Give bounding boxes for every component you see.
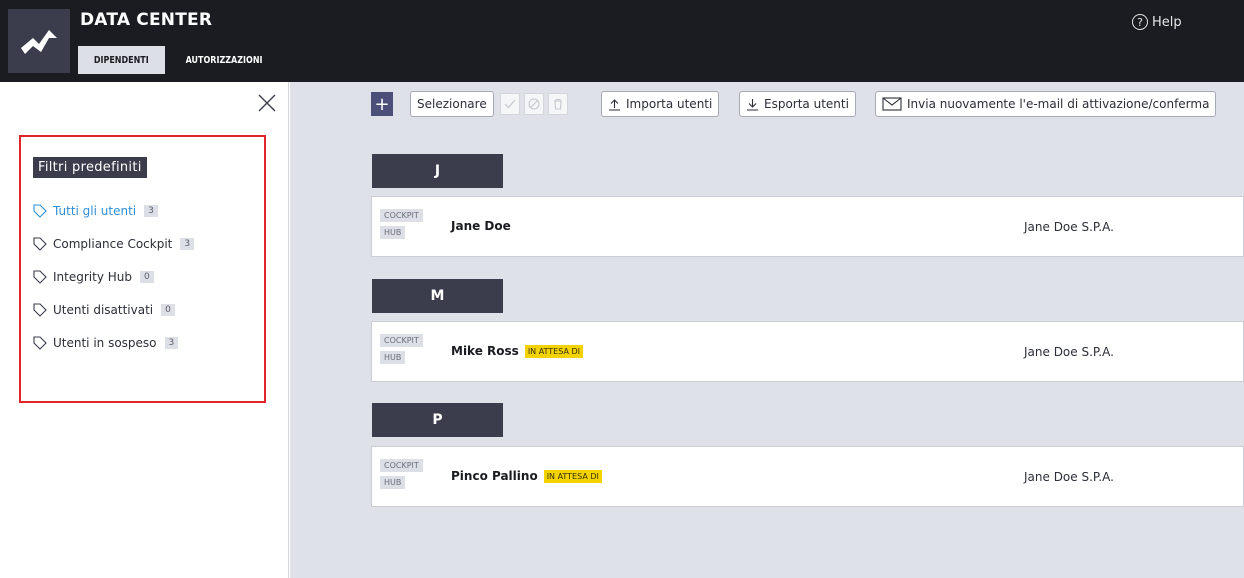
select-label: Selezionare [417, 97, 487, 111]
resend-label: Invia nuovamente l'e-mail di attivazione… [907, 97, 1210, 111]
export-users-button[interactable]: Esporta utenti [739, 91, 856, 117]
group-header-j: J [372, 154, 503, 188]
filter-count: 0 [139, 270, 154, 283]
product-tag: COCKPIT [380, 209, 423, 222]
filter-count: 3 [180, 237, 195, 250]
block-icon [528, 98, 540, 110]
tag-icon [33, 236, 47, 251]
delete-button[interactable] [548, 93, 568, 115]
main-content: + Selezionare Importa utenti Esporta ute… [290, 82, 1244, 578]
select-button[interactable]: Selezionare [410, 91, 494, 117]
trash-icon [554, 98, 562, 110]
user-name: Mike Ross IN ATTESA DI [451, 344, 583, 358]
filter-label: Utenti disattivati [53, 302, 154, 317]
help-link[interactable]: ? Help [1132, 14, 1182, 30]
user-name: Pinco Pallino IN ATTESA DI [451, 469, 602, 483]
filter-item-compliance-cockpit[interactable]: Compliance Cockpit 3 [33, 227, 195, 260]
mail-icon [882, 97, 902, 111]
product-tag: HUB [380, 226, 406, 239]
logo-icon [21, 30, 57, 54]
predefined-filters-panel: Filtri predefiniti Tutti gli utenti 3 Co… [19, 135, 266, 403]
user-company: Jane Doe S.P.A. [1024, 345, 1114, 359]
tab-dipendenti[interactable]: DIPENDENTI [78, 46, 165, 74]
filter-count: 3 [144, 204, 158, 217]
filter-label: Integrity Hub [53, 269, 132, 284]
filter-label: Compliance Cockpit [53, 236, 173, 251]
user-row[interactable]: COCKPIT HUB Mike Ross IN ATTESA DI Jane … [371, 321, 1244, 382]
filter-count: 0 [161, 303, 175, 316]
group-header-p: P [372, 403, 503, 437]
tag-icon [33, 203, 47, 218]
app-title: DATA CENTER [80, 10, 213, 30]
product-tags: COCKPIT HUB [380, 334, 423, 364]
app-header: DATA CENTER DIPENDENTI AUTORIZZAZIONI ? … [0, 0, 1244, 82]
filter-list: Tutti gli utenti 3 Compliance Cockpit 3 … [33, 194, 195, 359]
user-name-text: Mike Ross [451, 344, 519, 358]
disable-button[interactable] [524, 93, 544, 115]
product-tags: COCKPIT HUB [380, 459, 423, 489]
product-tag: HUB [380, 476, 406, 489]
tag-icon [33, 302, 47, 317]
filter-label: Utenti in sospeso [53, 335, 157, 350]
filter-item-all-users[interactable]: Tutti gli utenti 3 [33, 194, 194, 227]
product-tag: HUB [380, 351, 406, 364]
user-company: Jane Doe S.P.A. [1024, 470, 1114, 484]
tab-autorizzazioni[interactable]: AUTORIZZAZIONI [174, 46, 274, 74]
import-label: Importa utenti [626, 97, 713, 111]
bulk-actions [500, 91, 590, 117]
app-logo[interactable] [8, 9, 70, 73]
resend-activation-button[interactable]: Invia nuovamente l'e-mail di attivazione… [875, 91, 1217, 117]
product-tag: COCKPIT [380, 334, 423, 347]
user-name: Jane Doe [451, 219, 511, 233]
user-name-text: Pinco Pallino [451, 469, 538, 483]
tab-label: AUTORIZZAZIONI [185, 54, 263, 66]
import-users-button[interactable]: Importa utenti [601, 91, 720, 117]
product-tags: COCKPIT HUB [380, 209, 423, 239]
toolbar: + Selezionare Importa utenti Esporta ute… [290, 82, 1244, 126]
export-label: Esporta utenti [764, 97, 849, 111]
upload-icon [609, 98, 620, 111]
user-name-text: Jane Doe [451, 219, 511, 233]
filter-item-pending-users[interactable]: Utenti in sospeso 3 [33, 326, 194, 359]
filter-item-integrity-hub[interactable]: Integrity Hub 0 [33, 260, 194, 293]
tag-icon [33, 335, 47, 350]
filter-count: 3 [164, 336, 179, 349]
tab-label: DIPENDENTI [94, 54, 149, 66]
product-tag: COCKPIT [380, 459, 423, 472]
check-icon [504, 99, 516, 109]
filters-title: Filtri predefiniti [33, 157, 147, 178]
help-icon: ? [1132, 14, 1148, 30]
filter-sidebar: Filtri predefiniti Tutti gli utenti 3 Co… [0, 82, 289, 578]
help-label: Help [1152, 14, 1182, 30]
user-row[interactable]: COCKPIT HUB Pinco Pallino IN ATTESA DI J… [371, 446, 1244, 507]
download-icon [747, 98, 758, 111]
filter-item-deactivated-users[interactable]: Utenti disattivati 0 [33, 293, 194, 326]
confirm-button[interactable] [500, 93, 520, 115]
close-sidebar-button[interactable] [256, 92, 278, 114]
user-company: Jane Doe S.P.A. [1024, 220, 1114, 234]
add-user-button[interactable]: + [371, 92, 393, 116]
pending-badge: IN ATTESA DI [524, 344, 583, 358]
group-header-m: M [372, 279, 503, 313]
tag-icon [33, 269, 47, 284]
close-icon [258, 94, 276, 112]
filter-label: Tutti gli utenti [53, 203, 137, 218]
pending-badge: IN ATTESA DI [543, 469, 602, 483]
user-row[interactable]: COCKPIT HUB Jane Doe Jane Doe S.P.A. [371, 196, 1244, 257]
